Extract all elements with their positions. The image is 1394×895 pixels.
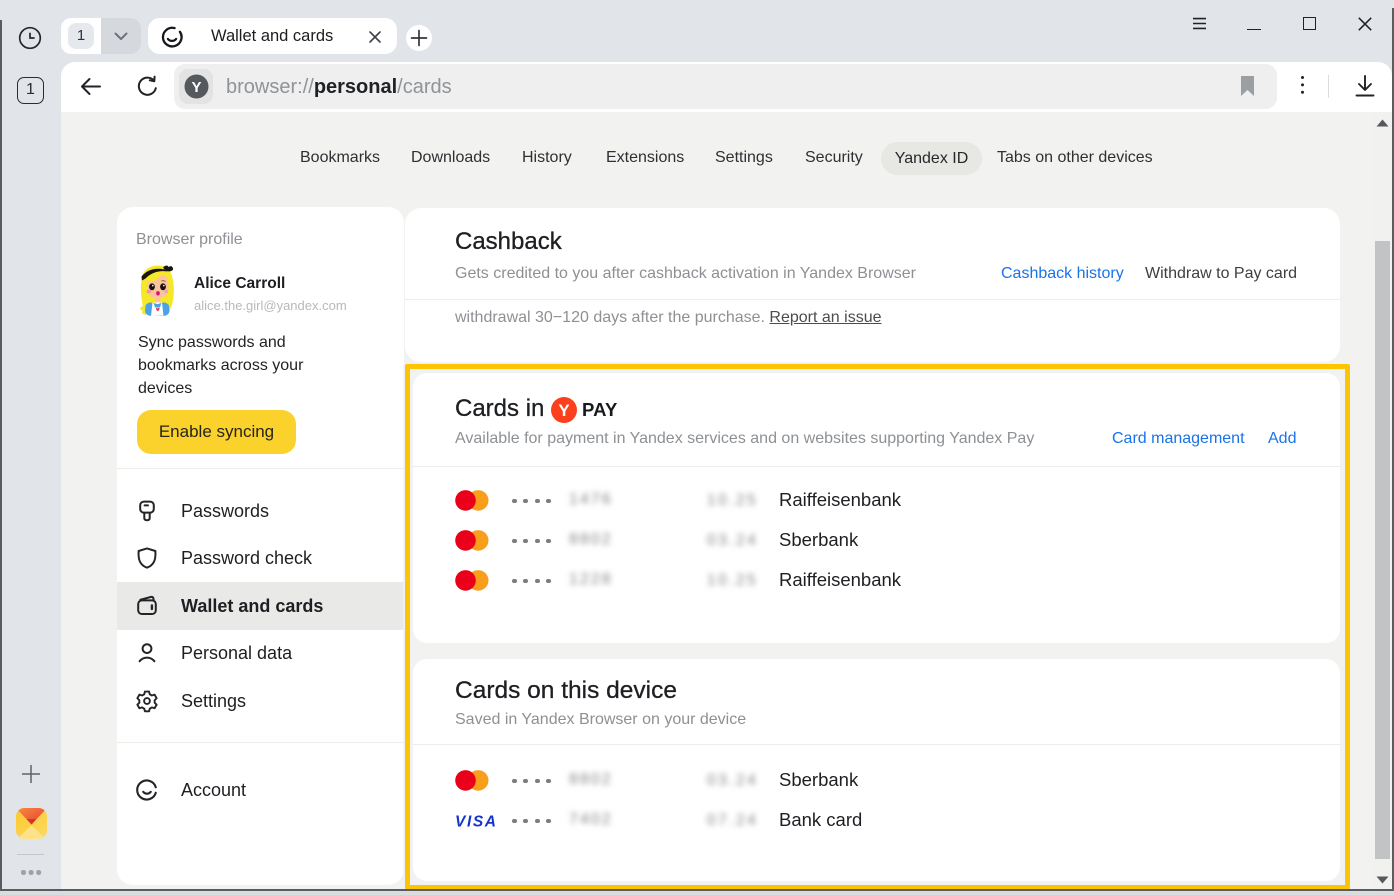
svg-text:VISA: VISA bbox=[455, 814, 496, 828]
svg-text:Y: Y bbox=[558, 401, 570, 420]
svg-text:Y: Y bbox=[191, 79, 201, 96]
